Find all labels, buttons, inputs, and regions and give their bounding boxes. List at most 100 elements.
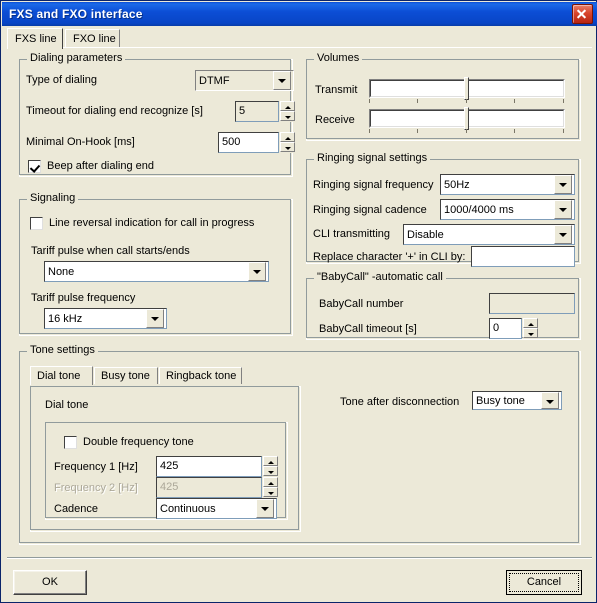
- group-ringing-signal-settings: Ringing signal settings Ringing signal f…: [306, 153, 581, 267]
- stepper-up-icon[interactable]: [280, 132, 295, 142]
- type-of-dialing-value: DTMF: [199, 74, 230, 87]
- frequency2-input: 425: [156, 477, 262, 498]
- type-of-dialing-combo[interactable]: DTMF: [195, 70, 294, 91]
- cli-transmitting-combo[interactable]: Disable: [403, 224, 575, 245]
- checkbox-unchecked-icon: [64, 436, 77, 449]
- tab-fxo-line-label: FXO line: [73, 33, 116, 45]
- cadence-combo[interactable]: Continuous: [156, 498, 277, 519]
- cancel-button-focus-ring: Cancel: [509, 573, 579, 592]
- minimal-onhook-input[interactable]: 500: [218, 132, 279, 153]
- chevron-down-icon[interactable]: [146, 309, 164, 328]
- beep-after-dialing-label: Beep after dialing end: [47, 160, 155, 172]
- babycall-number-input[interactable]: [489, 293, 575, 314]
- window-title: FXS and FXO interface: [9, 7, 143, 21]
- timeout-dialing-end-label: Timeout for dialing end recognize [s]: [26, 105, 203, 117]
- stepper-up-icon[interactable]: [280, 101, 295, 111]
- ringing-cadence-combo[interactable]: 1000/4000 ms: [440, 199, 575, 220]
- babycall-timeout-stepper[interactable]: [523, 318, 538, 339]
- group-babycall-legend: "BabyCall" -automatic call: [314, 272, 446, 283]
- timeout-dialing-end-input[interactable]: 5: [235, 101, 279, 122]
- tab-dial-tone[interactable]: Dial tone: [30, 366, 93, 385]
- transmit-volume-slider[interactable]: [369, 77, 565, 105]
- tab-fxo-line[interactable]: FXO line: [65, 29, 120, 48]
- frequency1-input[interactable]: 425: [156, 456, 262, 477]
- stepper-up-icon[interactable]: [263, 456, 278, 466]
- tariff-pulse-label: Tariff pulse when call starts/ends: [31, 245, 190, 257]
- tab-busy-tone[interactable]: Busy tone: [94, 367, 158, 384]
- line-reversal-label: Line reversal indication for call in pro…: [49, 217, 255, 229]
- main-tabstrip: FXS line FXO line: [7, 28, 592, 49]
- slider-thumb[interactable]: [464, 107, 469, 130]
- group-dialing-parameters-legend: Dialing parameters: [27, 53, 126, 64]
- minimal-onhook-stepper[interactable]: [280, 132, 295, 153]
- stepper-down-icon[interactable]: [280, 111, 295, 121]
- tariff-pulse-value: None: [48, 265, 75, 278]
- ok-button[interactable]: OK: [13, 570, 87, 595]
- cancel-button[interactable]: Cancel: [506, 570, 582, 595]
- slider-ticks: [369, 99, 565, 104]
- title-bar: FXS and FXO interface: [2, 2, 597, 26]
- ringing-frequency-value: 50Hz: [444, 178, 470, 191]
- tone-after-disconnection-combo[interactable]: Busy tone: [472, 391, 562, 410]
- cli-transmitting-value: Disable: [407, 228, 444, 241]
- ok-button-label: OK: [42, 576, 58, 588]
- tab-fxs-line-label: FXS line: [15, 33, 57, 45]
- frequency1-stepper[interactable]: [263, 456, 278, 477]
- chevron-down-icon[interactable]: [256, 499, 274, 518]
- cadence-value: Continuous: [160, 502, 216, 515]
- tone-tabstrip: Dial tone Busy tone Ringback tone: [30, 366, 310, 386]
- tariff-frequency-combo[interactable]: 16 kHz: [44, 308, 167, 329]
- tab-fxs-line[interactable]: FXS line: [7, 28, 63, 49]
- dialog-window: FXS and FXO interface FXS line FXO line …: [0, 0, 597, 603]
- cli-transmitting-label: CLI transmitting: [313, 228, 391, 240]
- frequency1-label: Frequency 1 [Hz]: [54, 461, 138, 473]
- tariff-frequency-label: Tariff pulse frequency: [31, 292, 136, 304]
- chevron-down-icon[interactable]: [541, 392, 559, 409]
- group-babycall: "BabyCall" -automatic call BabyCall numb…: [306, 272, 581, 340]
- group-signaling: Signaling Line reversal indication for c…: [19, 193, 293, 336]
- babycall-timeout-input[interactable]: 0: [489, 318, 522, 339]
- receive-volume-slider[interactable]: [369, 107, 565, 135]
- footer-divider-highlight: [7, 558, 592, 559]
- stepper-down-icon: [263, 487, 278, 497]
- timeout-dialing-end-stepper[interactable]: [280, 101, 295, 122]
- tab-dial-tone-label: Dial tone: [37, 370, 81, 382]
- babycall-timeout-label: BabyCall timeout [s]: [319, 323, 417, 335]
- dial-tone-title: Dial tone: [45, 399, 89, 411]
- cadence-label: Cadence: [54, 503, 99, 515]
- replace-char-input[interactable]: [471, 246, 575, 267]
- tab-busy-tone-label: Busy tone: [101, 370, 150, 382]
- frequency2-stepper: [263, 477, 278, 498]
- cancel-button-label: Cancel: [526, 576, 562, 588]
- stepper-down-icon[interactable]: [280, 142, 295, 152]
- chevron-down-icon[interactable]: [273, 71, 291, 90]
- babycall-number-label: BabyCall number: [319, 298, 404, 310]
- dial-tone-fields-group: Double frequency tone Frequency 1 [Hz] 4…: [45, 422, 288, 520]
- tab-ringback-tone-label: Ringback tone: [166, 370, 237, 382]
- dial-tone-panel: Dial tone Double frequency tone Frequenc…: [30, 386, 301, 532]
- stepper-down-icon[interactable]: [523, 328, 538, 338]
- chevron-down-icon[interactable]: [554, 175, 572, 194]
- ringing-frequency-combo[interactable]: 50Hz: [440, 174, 575, 195]
- group-volumes: Volumes Transmit Receive: [306, 53, 581, 141]
- slider-thumb[interactable]: [464, 77, 469, 100]
- receive-label: Receive: [315, 114, 355, 126]
- group-dialing-parameters: Dialing parameters Type of dialing DTMF …: [19, 53, 295, 177]
- slider-ticks: [369, 129, 565, 134]
- checkbox-unchecked-icon: [30, 217, 43, 230]
- stepper-down-icon[interactable]: [263, 466, 278, 476]
- tone-after-disconnection-label: Tone after disconnection: [340, 396, 460, 408]
- close-icon[interactable]: [572, 4, 593, 24]
- tone-after-disconnection-value: Busy tone: [476, 394, 525, 407]
- group-volumes-legend: Volumes: [314, 53, 363, 64]
- group-tone-settings: Tone settings Dial tone Busy tone Ringba…: [19, 345, 581, 545]
- minimal-onhook-label: Minimal On-Hook [ms]: [26, 136, 135, 148]
- stepper-up-icon[interactable]: [523, 318, 538, 328]
- chevron-down-icon[interactable]: [248, 262, 266, 281]
- chevron-down-icon[interactable]: [554, 225, 572, 244]
- chevron-down-icon[interactable]: [554, 200, 572, 219]
- tab-ringback-tone[interactable]: Ringback tone: [159, 367, 242, 384]
- tariff-pulse-combo[interactable]: None: [44, 261, 269, 282]
- tariff-frequency-value: 16 kHz: [48, 312, 83, 325]
- transmit-label: Transmit: [315, 84, 358, 96]
